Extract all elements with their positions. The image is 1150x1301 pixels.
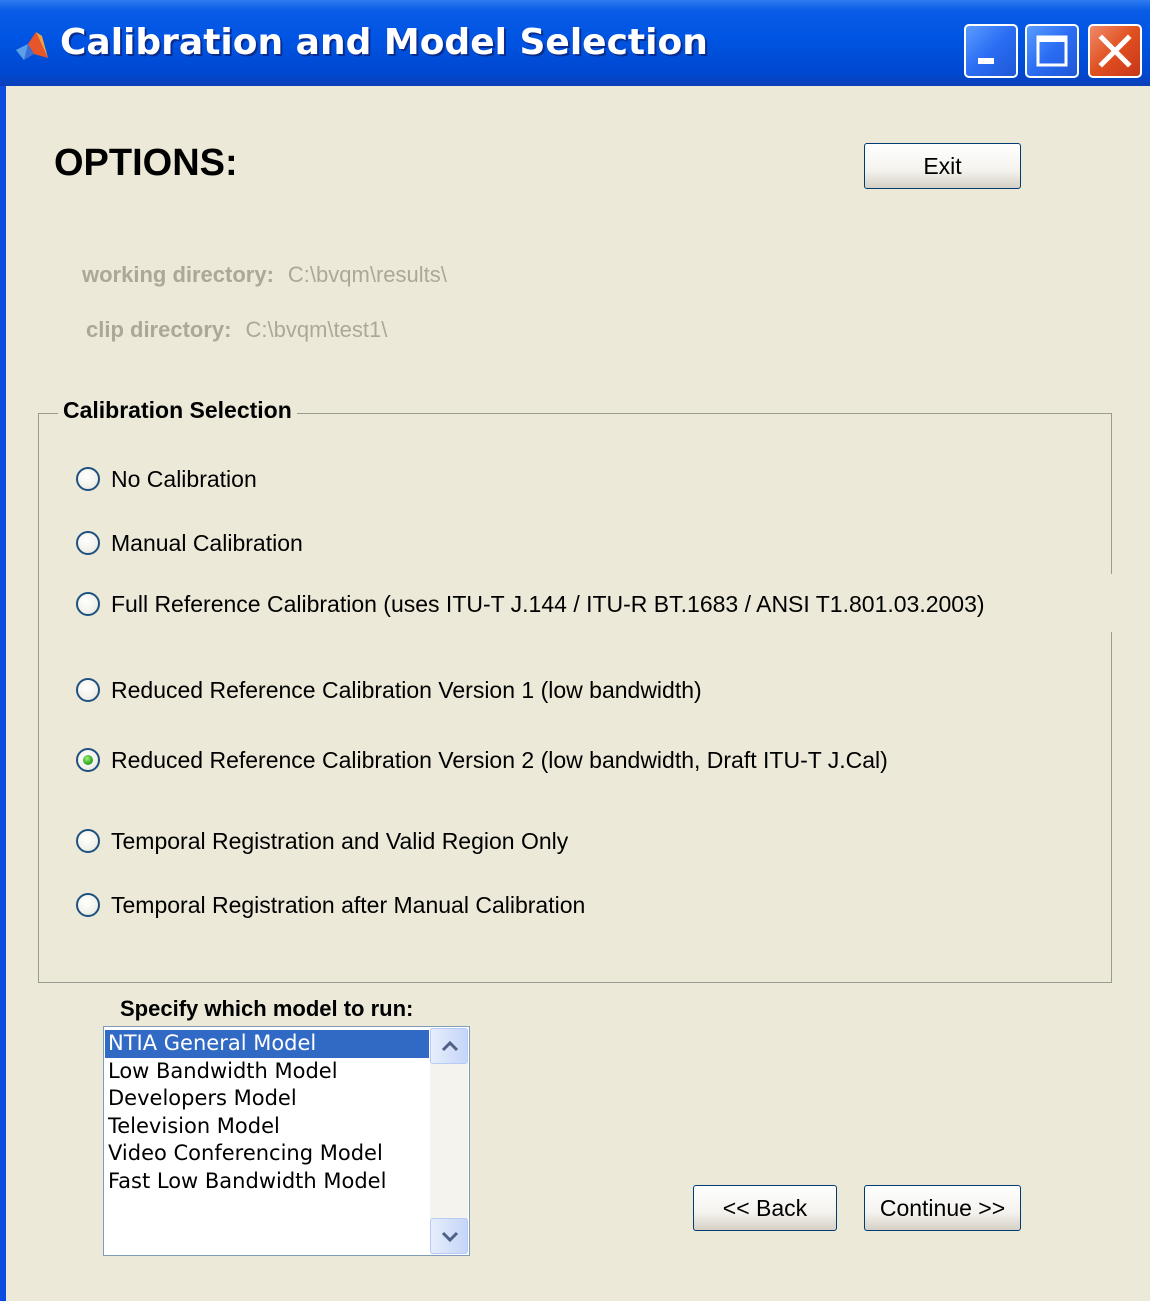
radio-button-icon[interactable] (76, 893, 100, 917)
radio-temporal-registration-after-manual[interactable]: Temporal Registration after Manual Calib… (76, 890, 585, 920)
list-item[interactable]: Fast Low Bandwidth Model (105, 1168, 429, 1196)
list-item[interactable]: Television Model (105, 1113, 429, 1141)
close-button[interactable] (1088, 24, 1142, 78)
title-bar[interactable]: Calibration and Model Selection (0, 0, 1150, 86)
radio-button-icon[interactable] (76, 829, 100, 853)
clip-directory-value: C:\bvqm\test1\ (245, 317, 388, 342)
working-directory-value: C:\bvqm\results\ (287, 262, 447, 287)
radio-button-icon[interactable] (76, 592, 100, 616)
scroll-up-button[interactable] (430, 1028, 468, 1064)
window-title: Calibration and Model Selection (60, 22, 708, 63)
radio-label: Manual Calibration (111, 529, 303, 556)
radio-reduced-reference-v2[interactable]: Reduced Reference Calibration Version 2 … (76, 745, 888, 775)
model-listbox[interactable]: NTIA General Model Low Bandwidth Model D… (103, 1026, 470, 1256)
radio-temporal-registration-valid-region[interactable]: Temporal Registration and Valid Region O… (76, 826, 568, 856)
clip-directory-row: clip directory: C:\bvqm\test1\ (86, 317, 387, 343)
radio-label: Temporal Registration after Manual Calib… (111, 891, 586, 918)
list-item[interactable]: NTIA General Model (105, 1030, 429, 1058)
matlab-icon[interactable] (14, 30, 50, 62)
radio-button-icon[interactable] (76, 531, 100, 555)
list-item[interactable]: Low Bandwidth Model (105, 1058, 429, 1086)
clip-directory-label: clip directory: (86, 317, 232, 342)
window-frame (0, 86, 6, 1301)
model-list: NTIA General Model Low Bandwidth Model D… (105, 1030, 429, 1195)
exit-button[interactable]: Exit (864, 143, 1021, 189)
calibration-group-title: Calibration Selection (58, 397, 297, 424)
radio-label: Full Reference Calibration (uses ITU-T J… (111, 590, 985, 617)
list-item[interactable]: Developers Model (105, 1085, 429, 1113)
radio-label: No Calibration (111, 465, 257, 492)
radio-button-icon[interactable] (76, 678, 100, 702)
minimize-button[interactable] (964, 24, 1018, 78)
back-button[interactable]: << Back (693, 1185, 837, 1231)
radio-button-icon[interactable] (76, 467, 100, 491)
maximize-button[interactable] (1025, 24, 1079, 78)
list-item[interactable]: Video Conferencing Model (105, 1140, 429, 1168)
radio-label: Temporal Registration and Valid Region O… (111, 827, 569, 854)
radio-manual-calibration[interactable]: Manual Calibration (76, 528, 303, 558)
radio-no-calibration[interactable]: No Calibration (76, 464, 257, 494)
list-scrollbar[interactable] (430, 1028, 468, 1254)
working-directory-row: working directory: C:\bvqm\results\ (82, 262, 447, 288)
scroll-down-button[interactable] (430, 1218, 468, 1254)
options-heading: OPTIONS: (54, 142, 238, 184)
model-select-label: Specify which model to run: (120, 996, 414, 1021)
radio-button-icon[interactable] (76, 748, 100, 772)
continue-button[interactable]: Continue >> (864, 1185, 1021, 1231)
working-directory-label: working directory: (82, 262, 274, 287)
radio-label: Reduced Reference Calibration Version 1 … (111, 676, 702, 703)
radio-full-reference-calibration[interactable]: Full Reference Calibration (uses ITU-T J… (76, 589, 985, 619)
radio-label: Reduced Reference Calibration Version 2 … (111, 746, 888, 773)
radio-reduced-reference-v1[interactable]: Reduced Reference Calibration Version 1 … (76, 675, 702, 705)
